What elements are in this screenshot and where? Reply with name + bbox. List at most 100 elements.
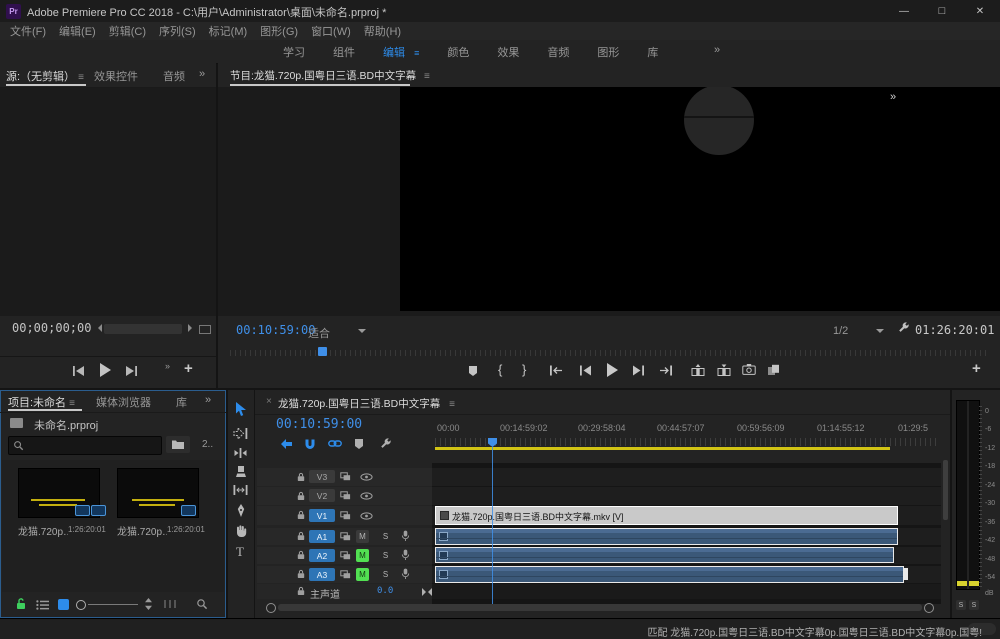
track-target-a3[interactable]: A3 bbox=[309, 568, 335, 581]
icon-view-button[interactable] bbox=[58, 599, 69, 610]
tab-audio-mixer[interactable]: 音频 bbox=[163, 68, 185, 84]
track-target-v2[interactable]: V2 bbox=[309, 489, 335, 502]
source-add-button[interactable]: + bbox=[184, 360, 193, 377]
timeline-timecode[interactable]: 00:10:59:00 bbox=[276, 417, 362, 432]
menu-sequence[interactable]: 序列(S) bbox=[159, 23, 196, 39]
ripple-edit-tool[interactable] bbox=[233, 448, 248, 458]
workspace-tab-editing[interactable]: 编辑 ≡ bbox=[383, 44, 419, 60]
mark-in-button[interactable]: { bbox=[498, 362, 502, 377]
selection-tool[interactable] bbox=[235, 402, 246, 417]
project-item-clip[interactable] bbox=[18, 468, 100, 518]
menu-window[interactable]: 窗口(W) bbox=[311, 23, 351, 39]
track-lane-v3[interactable] bbox=[432, 468, 941, 486]
step-forward-button[interactable] bbox=[632, 365, 645, 376]
video-clip-v1[interactable]: 龙猫.720p.国粤日三语.BD中文字幕.mkv [V] bbox=[435, 506, 898, 525]
track-lane-v2[interactable] bbox=[432, 487, 941, 505]
workspace-tab-audio[interactable]: 音频 bbox=[547, 44, 569, 60]
track-target-a2[interactable]: A2 bbox=[309, 549, 335, 562]
sequence-badge-icon[interactable] bbox=[181, 505, 196, 516]
playhead-line[interactable] bbox=[492, 447, 493, 604]
program-marker-button[interactable] bbox=[468, 365, 478, 377]
voiceover-mic-icon[interactable] bbox=[401, 549, 410, 561]
tab-media-browser[interactable]: 媒体浏览器 bbox=[96, 394, 151, 410]
program-panel-menu-icon[interactable]: ≡ bbox=[424, 71, 430, 82]
mute-button-a2[interactable]: M bbox=[356, 549, 369, 562]
timeline-tab-close-icon[interactable]: × bbox=[266, 396, 272, 407]
tab-program-monitor[interactable]: 节目:龙猫.720p.国粤日三语.BD中文字幕 ≡ bbox=[230, 68, 430, 83]
type-tool[interactable]: T bbox=[236, 544, 244, 560]
tab-sequence[interactable]: 龙猫.720p.国粤日三语.BD中文字幕 ≡ bbox=[278, 396, 455, 411]
sync-lock-icon[interactable] bbox=[340, 511, 351, 520]
go-to-in-button[interactable] bbox=[549, 365, 563, 376]
workspace-tab-assembly[interactable]: 组件 bbox=[333, 44, 355, 60]
lock-icon[interactable] bbox=[297, 510, 305, 520]
sort-icon[interactable] bbox=[144, 598, 153, 610]
snap-magnet-icon[interactable] bbox=[304, 438, 316, 450]
fit-timeline-icon[interactable] bbox=[422, 588, 432, 596]
program-scrub-playhead[interactable] bbox=[318, 347, 327, 356]
lock-icon[interactable] bbox=[297, 569, 305, 579]
program-timecode[interactable]: 00:10:59:00 bbox=[236, 323, 315, 337]
track-select-forward-tool[interactable] bbox=[233, 428, 248, 439]
meter-solo-right-button[interactable]: S bbox=[969, 600, 979, 610]
source-zoom-right-icon[interactable] bbox=[188, 324, 196, 332]
minimize-button[interactable]: — bbox=[890, 0, 918, 22]
sync-lock-icon[interactable] bbox=[340, 491, 351, 500]
lock-icon[interactable] bbox=[297, 550, 305, 560]
timeline-horizontal-scrollbar[interactable] bbox=[278, 604, 922, 611]
menu-clip[interactable]: 剪辑(C) bbox=[109, 23, 146, 39]
timeline-panel-menu-icon[interactable]: ≡ bbox=[449, 399, 455, 410]
search-bin-button[interactable] bbox=[166, 436, 190, 453]
add-marker-icon[interactable] bbox=[354, 438, 364, 450]
track-output-eye-icon[interactable] bbox=[360, 492, 373, 500]
project-item-name[interactable]: 龙猫.720p… bbox=[18, 523, 68, 538]
hand-tool[interactable] bbox=[235, 524, 247, 537]
program-viewer-overflow-icon[interactable]: » bbox=[890, 91, 896, 103]
list-view-button[interactable] bbox=[36, 600, 49, 610]
thumbnail-zoom-slider-knob[interactable] bbox=[76, 600, 86, 610]
automate-to-sequence-icon[interactable] bbox=[164, 600, 176, 608]
source-transport-overflow-icon[interactable]: » bbox=[165, 361, 170, 371]
solo-button-a3[interactable]: S bbox=[379, 568, 392, 581]
source-tabs-overflow-icon[interactable]: » bbox=[199, 68, 205, 80]
track-lane-master[interactable] bbox=[432, 584, 941, 599]
meter-solo-left-button[interactable]: S bbox=[956, 600, 966, 610]
track-output-eye-icon[interactable] bbox=[360, 473, 373, 481]
workspace-tab-libraries[interactable]: 库 bbox=[647, 44, 658, 60]
razor-tool[interactable] bbox=[235, 466, 247, 478]
master-level-value[interactable]: 0.0 bbox=[377, 586, 393, 596]
sync-lock-icon[interactable] bbox=[340, 570, 351, 579]
slip-tool[interactable] bbox=[233, 485, 248, 495]
track-output-eye-icon[interactable] bbox=[360, 512, 373, 520]
voiceover-mic-icon[interactable] bbox=[401, 568, 410, 580]
project-search-input[interactable] bbox=[27, 437, 161, 454]
extract-button[interactable] bbox=[717, 364, 731, 376]
audio-clip-a2[interactable] bbox=[435, 547, 894, 563]
timeline-vertical-scrollbar[interactable] bbox=[943, 460, 948, 520]
maximize-button[interactable]: □ bbox=[928, 0, 956, 22]
timeline-ruler[interactable]: 00:00 00:14:59:02 00:29:58:04 00:44:57:0… bbox=[432, 414, 941, 448]
workspace-overflow-icon[interactable]: » bbox=[714, 44, 720, 56]
sync-lock-icon[interactable] bbox=[340, 551, 351, 560]
project-panel-menu-icon[interactable]: ≡ bbox=[69, 398, 75, 409]
solo-button-a1[interactable]: S bbox=[379, 530, 392, 543]
timeline-hscroll-left-handle[interactable] bbox=[266, 603, 276, 613]
workspace-tab-learning[interactable]: 学习 bbox=[283, 44, 305, 60]
track-target-v1[interactable]: V1 bbox=[309, 509, 335, 522]
sync-lock-icon[interactable] bbox=[340, 472, 351, 481]
audio-clip-a1[interactable] bbox=[435, 528, 898, 545]
source-step-forward-button[interactable] bbox=[125, 365, 138, 377]
insert-as-nest-toggle-icon[interactable] bbox=[280, 438, 293, 450]
lock-icon[interactable] bbox=[297, 586, 305, 596]
playback-resolution-select[interactable]: 1/2 bbox=[833, 325, 848, 337]
solo-button-a2[interactable]: S bbox=[379, 549, 392, 562]
menu-marker[interactable]: 标记(M) bbox=[209, 23, 248, 39]
go-to-out-button[interactable] bbox=[659, 365, 673, 376]
linked-selection-icon[interactable] bbox=[328, 438, 342, 449]
workspace-tab-color[interactable]: 颜色 bbox=[447, 44, 469, 60]
thumbnail-zoom-slider-track[interactable] bbox=[88, 604, 138, 605]
tab-libraries[interactable]: 库 bbox=[176, 394, 187, 410]
tab-source-monitor[interactable]: 源:（无剪辑） ≡ bbox=[6, 68, 84, 84]
source-play-button[interactable] bbox=[99, 363, 111, 377]
workspace-tab-effects[interactable]: 效果 bbox=[497, 44, 519, 60]
